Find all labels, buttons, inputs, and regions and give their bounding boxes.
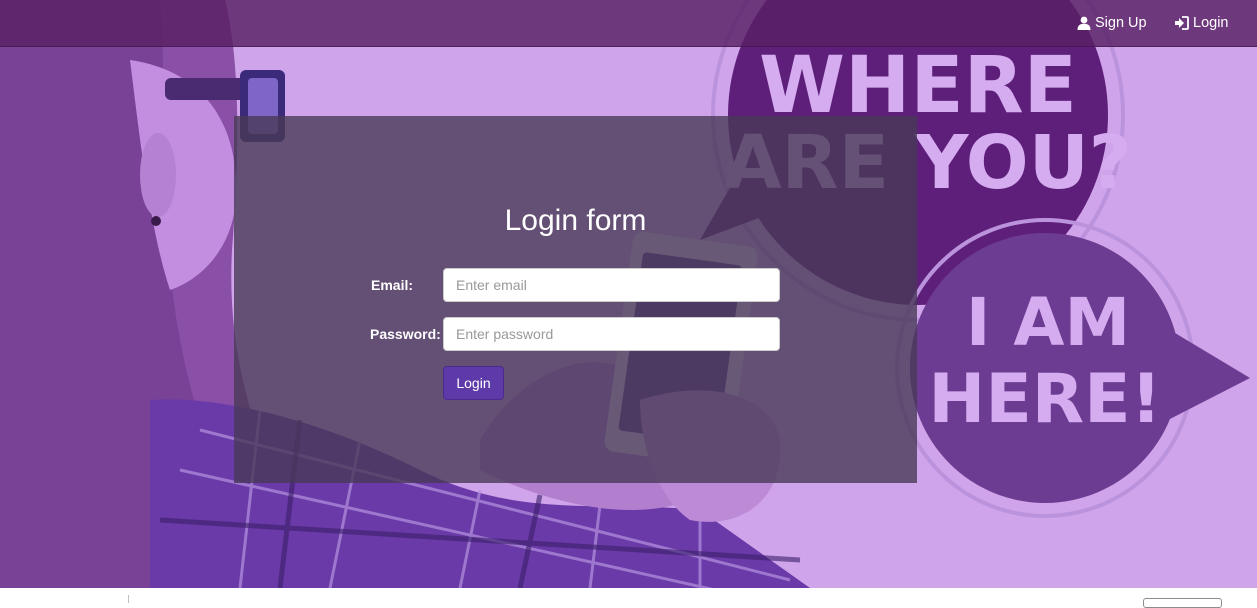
log-in-icon: [1174, 16, 1189, 30]
password-label: Password:: [370, 326, 441, 342]
user-icon: [1077, 16, 1091, 30]
nav-signup-link[interactable]: Sign Up: [1077, 13, 1147, 33]
email-label: Email:: [371, 277, 414, 293]
page-bottom-strip: [0, 588, 1257, 603]
password-input[interactable]: [443, 317, 780, 351]
nav-login-link[interactable]: Login: [1174, 13, 1228, 33]
login-form-title: Login form: [504, 204, 647, 237]
bubble-text-i-am: I AM: [966, 284, 1130, 361]
bottom-divider: [128, 595, 129, 603]
nav-signup-label: Sign Up: [1095, 15, 1147, 31]
email-input[interactable]: [443, 268, 780, 302]
login-button[interactable]: Login: [443, 366, 504, 400]
top-navbar: Sign Up Login: [0, 0, 1257, 47]
bottom-partial-control: [1143, 598, 1222, 608]
bubble-text-here: HERE!: [928, 360, 1161, 439]
nav-login-label: Login: [1193, 15, 1229, 31]
